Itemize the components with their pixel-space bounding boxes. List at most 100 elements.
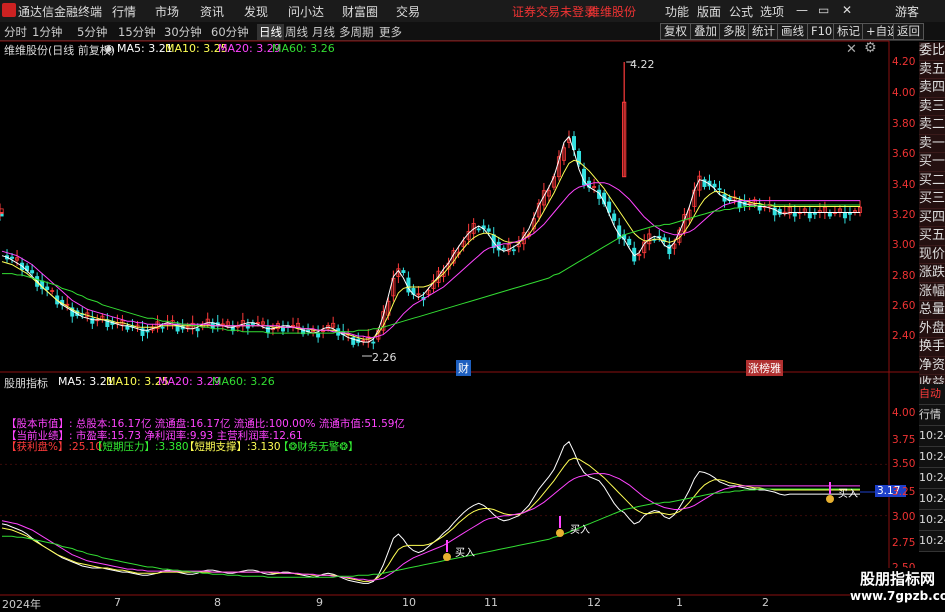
candle-body: [717, 188, 722, 191]
order-book-row: 买四: [919, 208, 945, 227]
ma-line-ma60: [2, 204, 860, 334]
order-book-row: 现价: [919, 245, 945, 264]
xtick: 7: [114, 596, 121, 609]
short-resistance-label: 【短期压力】:3.380: [92, 441, 189, 453]
tick-time: 10:24: [919, 447, 945, 468]
finance-marker[interactable]: 财: [456, 360, 471, 376]
order-book-row: 换手: [919, 338, 945, 357]
candle-body: [486, 228, 491, 232]
watermark-title: 股朋指标网: [859, 570, 935, 588]
ind-ytick: 4.00: [892, 407, 916, 419]
watermark: 股朋指标网 www.7gpzb.com: [850, 568, 945, 609]
ind-ytick: 3.50: [892, 458, 916, 470]
ma-line-ma5: [1, 135, 860, 343]
order-book-row: 买二: [919, 171, 945, 190]
ind-ma60-label: MA60: 3.26: [212, 375, 275, 388]
tick-time: 10:24: [919, 531, 945, 552]
ind-ytick: 3.00: [892, 511, 916, 523]
ytick: 3.60: [892, 148, 916, 160]
candle-body: [501, 247, 506, 250]
tick-time: 10:24: [919, 468, 945, 489]
chart-zoom-in-icon[interactable]: ✕: [846, 42, 857, 57]
order-book-row: 卖二: [919, 116, 945, 135]
candle-body: [195, 328, 200, 332]
ytick: 3.80: [892, 118, 916, 130]
order-book-row: 卖五: [919, 60, 945, 79]
order-book-row: 卖一: [919, 134, 945, 153]
xtick: 11: [484, 596, 498, 609]
money-bag-icon: [556, 529, 564, 537]
candle-body: [280, 326, 285, 332]
xtick: 9: [316, 596, 323, 609]
candle-body: [476, 228, 481, 231]
money-bag-icon: [826, 495, 834, 503]
ma60-label: MA60: 3.26: [272, 42, 335, 55]
xtick: 2024年: [2, 598, 41, 611]
settings-dot-icon[interactable]: ◉: [104, 42, 114, 55]
candle-body: [45, 286, 50, 291]
chart-settings-icon[interactable]: ⚙: [864, 40, 877, 56]
money-bag-icon: [443, 553, 451, 561]
order-book-row: 委比: [919, 42, 945, 61]
candle-body: [807, 212, 812, 219]
xtick: 8: [214, 596, 221, 609]
indicator-line-ma60: [2, 488, 860, 578]
candle-body: [511, 249, 516, 252]
xtick: 10: [402, 596, 416, 609]
candle-body: [316, 332, 321, 338]
main-chart-title: 维维股份(日线 前复权): [4, 44, 116, 57]
quote-label[interactable]: 行情: [919, 405, 945, 426]
order-book-row: 买五: [919, 227, 945, 246]
xtick: 2: [762, 596, 769, 609]
tick-time: 10:24: [919, 426, 945, 447]
buy-signal-label: 买入: [455, 548, 475, 559]
watermark-url: www.7gpzb.com: [850, 589, 945, 603]
ytick: 4.00: [892, 87, 916, 99]
kline-chart[interactable]: [0, 0, 945, 609]
tick-time: 10:24: [919, 489, 945, 510]
candle-body: [627, 238, 632, 246]
order-book-panel: 委比卖五卖四卖三卖二卖一买一买二买三买四买五现价涨跌涨幅总量外盘换手净资收益: [919, 42, 945, 394]
auto-quote-panel: 自动 行情 10:24 10:24 10:24 10:24 10:24 10:2…: [919, 384, 945, 552]
candle-body: [371, 341, 376, 344]
order-book-row: 涨跌: [919, 264, 945, 283]
order-book-row: 外盘: [919, 319, 945, 338]
buy-signal-label: 买入: [838, 489, 858, 500]
ma-line-ma10: [1, 159, 860, 340]
high-price-label: 4.22: [630, 58, 655, 71]
buy-signal-label: 买入: [570, 525, 590, 536]
profit-ratio-label: 【获利盘%】:25.10: [6, 441, 103, 453]
auto-label[interactable]: 自动: [919, 384, 945, 405]
indicator-line-ma20: [1, 473, 860, 581]
xtick: 12: [587, 596, 601, 609]
ytick: 3.00: [892, 239, 916, 251]
candle-body: [792, 212, 797, 217]
order-book-row: 总量: [919, 301, 945, 320]
tick-time: 10:24: [919, 510, 945, 531]
low-price-label: 2.26: [372, 351, 397, 364]
order-book-row: 买三: [919, 190, 945, 209]
indicator-line-ma5: [1, 440, 860, 584]
ind-ytick: 3.25: [892, 486, 916, 498]
ytick: 3.40: [892, 179, 916, 191]
indicator-title[interactable]: 股朋指标: [4, 375, 48, 391]
ytick: 2.80: [892, 270, 916, 282]
ytick: 2.40: [892, 330, 916, 342]
ytick: 4.20: [892, 56, 916, 68]
short-support-label: 【短期支撑】:3.130: [184, 441, 281, 453]
candle-body: [827, 212, 832, 217]
candle-body: [30, 270, 35, 274]
order-book-row: 卖四: [919, 79, 945, 98]
ind-ytick: 2.75: [892, 537, 916, 549]
candle-body: [160, 326, 165, 329]
candle-body: [712, 183, 717, 188]
ytick: 2.60: [892, 300, 916, 312]
limit-up-marker[interactable]: 涨榜雅: [746, 360, 783, 376]
ma-line-ma20: [1, 182, 860, 339]
ytick: 3.20: [892, 209, 916, 221]
candle-body: [10, 256, 15, 259]
order-book-row: 净资: [919, 356, 945, 375]
candle-body: [612, 213, 617, 221]
xtick: 1: [676, 596, 683, 609]
candle-body: [842, 212, 847, 219]
